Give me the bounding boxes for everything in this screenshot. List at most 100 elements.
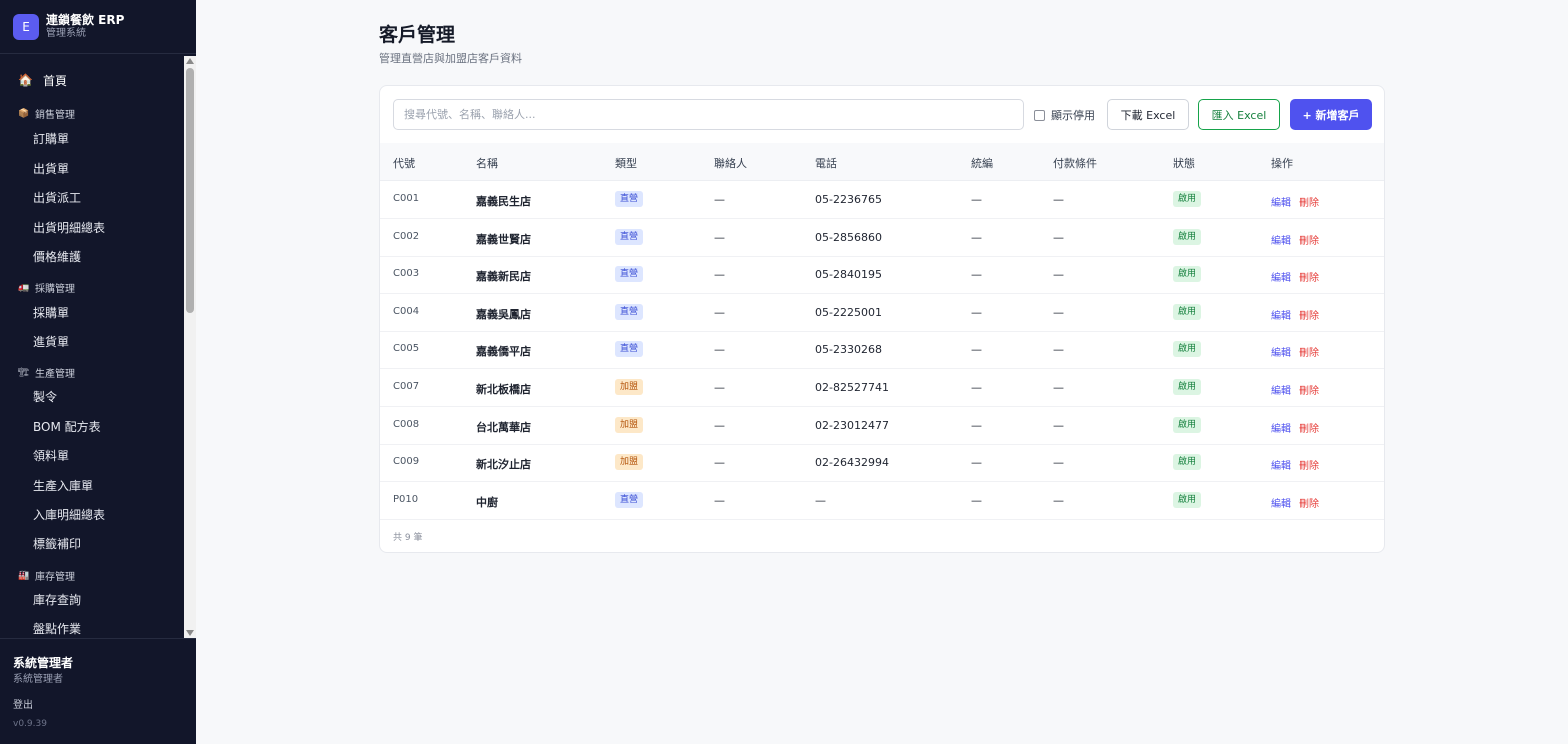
delete-link[interactable]: 刪除	[1299, 198, 1319, 209]
sidebar-group-label: 採購管理	[35, 284, 75, 295]
status-badge: 啟用	[1173, 416, 1202, 433]
sidebar-item-home[interactable]: 🏠 首頁	[18, 72, 67, 88]
cell-name: 嘉義民生店	[476, 195, 531, 208]
delete-link[interactable]: 刪除	[1299, 424, 1319, 435]
customer-card: 顯示停用 下載 Excel 匯入 Excel + 新增客戶 代號 名稱 類型 聯…	[379, 85, 1385, 553]
sidebar-item-bom[interactable]: BOM 配方表	[33, 418, 101, 435]
logout-link[interactable]: 登出	[13, 696, 33, 711]
edit-link[interactable]: 編輯	[1271, 311, 1291, 322]
sidebar-item-shipment-summary[interactable]: 出貨明細總表	[33, 219, 105, 236]
sidebar-item-stocktake[interactable]: 盤點作業	[33, 620, 81, 637]
sidebar-nav: 🏠 首頁 📦 銷售管理 訂購單 出貨單 出貨派工 出貨明細總表 價格維護 🚛 採…	[0, 56, 184, 638]
cell-code: C009	[393, 456, 420, 468]
status-badge: 啟用	[1173, 491, 1202, 508]
type-badge: 加盟	[615, 379, 644, 395]
cell-payment-terms: —	[1053, 305, 1064, 319]
sidebar-item-stock-query[interactable]: 庫存查詢	[33, 591, 81, 608]
cell-tax-id: —	[971, 343, 982, 357]
sidebar-item-material-issue[interactable]: 領料單	[33, 447, 69, 464]
cell-tax-id: —	[971, 230, 982, 244]
edit-link[interactable]: 編輯	[1271, 424, 1291, 435]
cell-status: 啟用	[1173, 303, 1202, 320]
sidebar-item-receiving[interactable]: 進貨單	[33, 333, 69, 350]
page-title: 客戶管理	[379, 24, 456, 46]
column-header-actions: 操作	[1271, 157, 1293, 170]
table-row: C003 嘉義新民店 直營 — 05-2840195 — — 啟用 編輯 刪除	[380, 256, 1384, 295]
scroll-down-arrow-icon[interactable]	[186, 630, 194, 636]
status-badge: 啟用	[1173, 228, 1202, 245]
cell-type: 直營	[615, 303, 644, 320]
cell-status: 啟用	[1173, 228, 1202, 245]
column-header-name: 名稱	[476, 157, 498, 170]
column-header-contact: 聯絡人	[714, 157, 747, 170]
download-excel-button[interactable]: 下載 Excel	[1107, 99, 1189, 130]
user-role: 系統管理者	[13, 674, 63, 685]
sidebar-group-label: 生產管理	[35, 369, 75, 380]
cell-actions: 編輯 刪除	[1271, 232, 1319, 247]
cell-type: 直營	[615, 266, 644, 283]
type-badge: 直營	[615, 191, 644, 207]
scroll-up-arrow-icon[interactable]	[186, 58, 194, 64]
brand-title: 連鎖餐飲 ERP	[46, 13, 125, 27]
show-disabled-checkbox[interactable]	[1034, 109, 1045, 121]
sidebar-group-purchase[interactable]: 🚛 採購管理	[18, 280, 75, 296]
sidebar-group-sales[interactable]: 📦 銷售管理	[18, 106, 75, 122]
sidebar-scrollbar[interactable]	[184, 56, 196, 638]
search-input[interactable]	[393, 99, 1024, 130]
sidebar-group-label: 銷售管理	[35, 110, 75, 121]
delete-link[interactable]: 刪除	[1299, 311, 1319, 322]
sidebar-group-inventory[interactable]: 🏭 庫存管理	[18, 568, 75, 584]
sidebar-item-shipment[interactable]: 出貨單	[33, 160, 69, 177]
sidebar-group-label: 庫存管理	[35, 572, 75, 583]
cell-type: 直營	[615, 491, 644, 508]
edit-link[interactable]: 編輯	[1271, 499, 1291, 510]
sidebar-item-receipt-summary[interactable]: 入庫明細總表	[33, 506, 105, 523]
cell-name: 嘉義新民店	[476, 270, 531, 284]
cell-tax-id: —	[971, 493, 982, 507]
cell-actions: 編輯 刪除	[1271, 420, 1319, 435]
import-excel-button[interactable]: 匯入 Excel	[1198, 99, 1280, 130]
edit-link[interactable]: 編輯	[1271, 386, 1291, 397]
sidebar-item-dispatch[interactable]: 出貨派工	[33, 189, 81, 206]
scrollbar-thumb[interactable]	[186, 68, 194, 313]
sidebar-item-production-receipt[interactable]: 生產入庫單	[33, 477, 93, 494]
edit-link[interactable]: 編輯	[1271, 461, 1291, 472]
delete-link[interactable]: 刪除	[1299, 348, 1319, 359]
sidebar-item-order[interactable]: 訂購單	[33, 130, 69, 147]
add-customer-button[interactable]: + 新增客戶	[1290, 99, 1372, 130]
cell-phone: 02-82527741	[815, 381, 889, 394]
delete-link[interactable]: 刪除	[1299, 499, 1319, 510]
user-panel: 系統管理者 系統管理者 登出 v0.9.39	[0, 638, 196, 744]
cell-code: C005	[393, 343, 420, 355]
cell-phone: 05-2856860	[815, 230, 882, 244]
show-disabled-toggle[interactable]: 顯示停用	[1034, 107, 1095, 123]
cell-tax-id: —	[971, 418, 982, 432]
cell-status: 啟用	[1173, 341, 1202, 358]
cell-payment-terms: —	[1053, 381, 1064, 394]
delete-link[interactable]: 刪除	[1299, 461, 1319, 472]
type-badge: 加盟	[615, 454, 644, 471]
cell-name: 嘉義僑平店	[476, 345, 531, 359]
cell-tax-id: —	[971, 305, 982, 319]
brand-logo: E	[13, 13, 39, 40]
cell-code: C001	[393, 193, 420, 204]
sidebar-item-purchase-order[interactable]: 採購單	[33, 304, 69, 321]
sidebar-item-label-reprint[interactable]: 標籤補印	[33, 535, 81, 552]
cell-actions: 編輯 刪除	[1271, 457, 1319, 472]
cell-phone: 02-26432994	[815, 456, 889, 470]
edit-link[interactable]: 編輯	[1271, 236, 1291, 247]
sidebar-item-work-order[interactable]: 製令	[33, 388, 57, 405]
sidebar-item-pricing[interactable]: 價格維護	[33, 248, 81, 265]
edit-link[interactable]: 編輯	[1271, 348, 1291, 359]
edit-link[interactable]: 編輯	[1271, 198, 1291, 209]
delete-link[interactable]: 刪除	[1299, 386, 1319, 397]
cell-contact: —	[714, 193, 725, 206]
cell-type: 直營	[615, 228, 644, 245]
delete-link[interactable]: 刪除	[1299, 236, 1319, 247]
delete-link[interactable]: 刪除	[1299, 273, 1319, 284]
cell-phone: 02-23012477	[815, 418, 889, 432]
cell-type: 直營	[615, 191, 644, 207]
sidebar-group-production[interactable]: 🏗 生產管理	[18, 365, 75, 381]
edit-link[interactable]: 編輯	[1271, 273, 1291, 284]
cell-status: 啟用	[1173, 454, 1202, 471]
